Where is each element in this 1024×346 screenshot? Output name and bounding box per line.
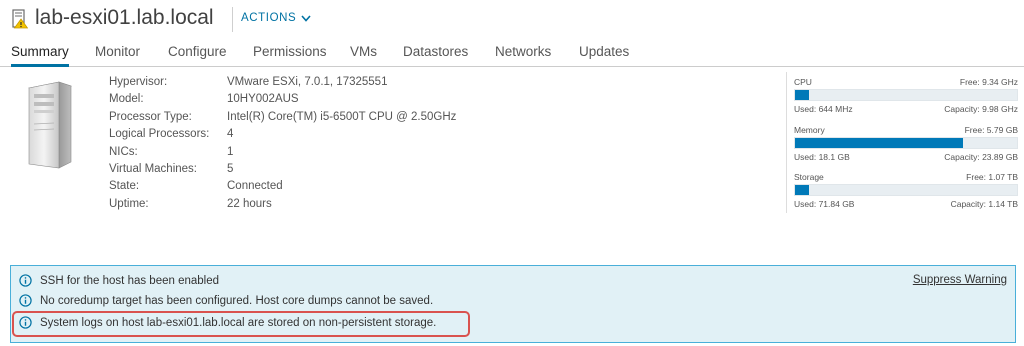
cpu-capacity: Capacity: 9.98 GHz — [944, 104, 1018, 114]
server-icon — [27, 81, 73, 169]
tab-datastores[interactable]: Datastores — [403, 44, 468, 67]
cpu-label: CPU — [794, 77, 812, 87]
tab-summary[interactable]: Summary — [11, 44, 69, 67]
actions-button[interactable]: ACTIONS — [241, 12, 311, 24]
storage-capacity: Capacity: 1.14 TB — [950, 199, 1018, 209]
storage-usage-bar — [794, 184, 1018, 196]
property-label: Processor Type: — [109, 110, 192, 123]
alert-message: SSH for the host has been enabled — [19, 274, 219, 287]
property-value: VMware ESXi, 7.0.1, 17325551 — [227, 76, 388, 88]
property-label: Virtual Machines: — [109, 162, 197, 175]
property-value: 4 — [227, 128, 234, 141]
suppress-warning-link[interactable]: Suppress Warning — [913, 274, 1007, 286]
storage-usage-fill — [795, 185, 809, 195]
memory-usage-fill — [795, 138, 964, 148]
tab-networks[interactable]: Networks — [495, 44, 551, 67]
property-value: 5 — [227, 162, 234, 175]
tab-bar: Summary Monitor Configure Permissions VM… — [0, 38, 1024, 67]
property-label: Logical Processors: — [109, 128, 210, 141]
property-value: 10HY002AUS — [227, 93, 299, 106]
cpu-usage-fill — [795, 90, 810, 100]
property-value: 22 hours — [227, 197, 272, 210]
storage-free: Free: 1.07 TB — [966, 172, 1018, 182]
memory-capacity: Capacity: 23.89 GB — [944, 152, 1018, 162]
chevron-down-icon — [301, 14, 311, 22]
cpu-free: Free: 9.34 GHz — [959, 77, 1018, 87]
tab-permissions[interactable]: Permissions — [253, 44, 327, 67]
storage-used: Used: 71.84 GB — [794, 199, 855, 209]
highlight-annotation — [12, 311, 470, 337]
property-label: State: — [109, 180, 140, 193]
cpu-usage-bar — [794, 89, 1018, 101]
resource-usage-panel: CPU Free: 9.34 GHz Used: 644 MHz Capacit… — [786, 72, 1022, 213]
tab-vms[interactable]: VMs — [350, 44, 377, 67]
property-value: 1 — [227, 145, 234, 158]
page-header: lab-esxi01.lab.local ACTIONS — [0, 0, 1024, 38]
cpu-used: Used: 644 MHz — [794, 104, 853, 114]
property-value: Intel(R) Core(TM) i5-6500T CPU @ 2.50GHz — [227, 110, 457, 123]
actions-label: ACTIONS — [241, 12, 297, 24]
property-label: NICs: — [109, 145, 138, 158]
alert-text: No coredump target has been configured. … — [40, 294, 434, 307]
page-title: lab-esxi01.lab.local — [35, 6, 214, 29]
memory-usage-bar — [794, 137, 1018, 149]
property-label: Uptime: — [109, 197, 149, 210]
tab-monitor[interactable]: Monitor — [95, 44, 140, 67]
host-warning-icon — [12, 9, 28, 29]
memory-label: Memory — [794, 125, 825, 135]
property-value: Connected — [227, 180, 283, 193]
alert-message: No coredump target has been configured. … — [19, 294, 433, 307]
memory-used: Used: 18.1 GB — [794, 152, 850, 162]
tab-configure[interactable]: Configure — [168, 44, 227, 67]
alert-text: SSH for the host has been enabled — [40, 274, 220, 287]
header-divider — [232, 7, 233, 32]
storage-label: Storage — [794, 172, 824, 182]
info-icon — [19, 274, 32, 287]
property-label: Hypervisor: — [109, 76, 168, 88]
tab-updates[interactable]: Updates — [579, 44, 629, 67]
info-icon — [19, 294, 32, 307]
memory-free: Free: 5.79 GB — [964, 125, 1018, 135]
property-label: Model: — [109, 93, 144, 106]
